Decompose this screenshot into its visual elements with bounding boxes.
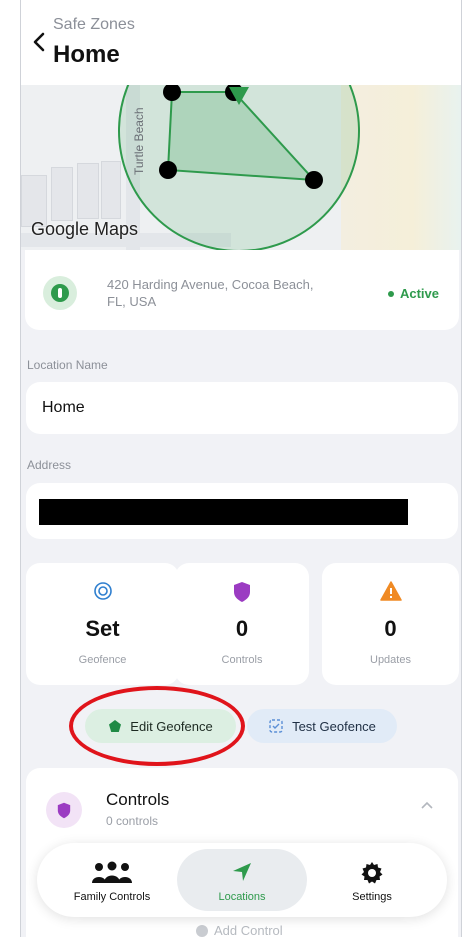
location-pin-badge: [43, 276, 77, 310]
status-badge: Active: [387, 286, 439, 301]
tab-label: Locations: [218, 891, 266, 903]
shield-icon: [57, 802, 71, 818]
address-text: 420 Harding Avenue, Cocoa Beach, FL, USA: [107, 277, 314, 309]
edit-geofence-button[interactable]: Edit Geofence: [85, 709, 236, 743]
bottom-tab-bar: Family Controls Locations Settings: [37, 843, 447, 917]
controls-title: Controls: [106, 790, 170, 809]
geofence-vertex[interactable]: [159, 161, 177, 179]
map-view[interactable]: Turtle Beach Google Maps: [21, 85, 461, 250]
page-title: Home: [53, 41, 120, 68]
app-screen: Safe Zones Home Turtle Beach Google Maps…: [20, 0, 462, 937]
stat-value: 0: [235, 616, 249, 641]
breadcrumb[interactable]: Safe Zones: [53, 16, 135, 34]
add-control-button[interactable]: Add Control: [196, 923, 283, 937]
stat-label: Updates: [370, 654, 411, 666]
address-field[interactable]: [26, 483, 458, 539]
controls-count: 0 controls: [106, 814, 159, 828]
edit-geofence-label: Edit Geofence: [130, 718, 213, 734]
location-name-field[interactable]: Home: [26, 382, 458, 434]
tab-settings[interactable]: Settings: [307, 849, 437, 911]
warning-icon: [379, 581, 402, 601]
tab-locations[interactable]: Locations: [177, 849, 307, 911]
address-card: 420 Harding Avenue, Cocoa Beach, FL, USA…: [25, 250, 459, 330]
status-label: Active: [399, 286, 439, 301]
geofence-vertex[interactable]: [305, 171, 323, 189]
test-geofence-label: Test Geofence: [292, 718, 376, 734]
address-label: Address: [27, 458, 72, 472]
chevron-up-icon[interactable]: [420, 800, 434, 810]
geofence-target-icon: [93, 582, 112, 600]
chevron-left-icon: [33, 32, 45, 52]
status-dot-icon: [387, 290, 394, 297]
back-button[interactable]: [27, 30, 51, 54]
map-pin-icon: [51, 284, 69, 302]
stat-value: 0: [384, 616, 397, 641]
location-arrow-icon: [233, 863, 251, 881]
stat-label: Geofence: [78, 654, 127, 666]
family-icon: [92, 861, 132, 883]
redacted-address: [39, 499, 408, 525]
tab-family-controls[interactable]: Family Controls: [47, 849, 177, 911]
pentagon-icon: [109, 720, 122, 732]
tab-label: Family Controls: [73, 891, 151, 903]
tab-label: Settings: [352, 891, 392, 903]
stat-updates: 0 Updates: [322, 563, 459, 685]
stat-label: Controls: [221, 654, 263, 666]
add-icon: [196, 924, 208, 937]
controls-icon-badge: [46, 792, 82, 828]
google-maps-logo: Google Maps: [31, 219, 139, 239]
stat-geofence: Set Geofence: [26, 563, 179, 685]
location-name-value: Home: [42, 399, 85, 416]
stat-value: Set: [85, 616, 120, 641]
test-geofence-icon: [269, 719, 283, 733]
test-geofence-button[interactable]: Test Geofence: [247, 709, 397, 743]
map-road-label: Turtle Beach: [132, 107, 146, 175]
gear-icon: [361, 862, 383, 884]
stat-controls: 0 Controls: [175, 563, 309, 685]
header: Safe Zones Home: [21, 0, 461, 85]
location-name-label: Location Name: [27, 358, 108, 372]
add-control-label: Add Control: [214, 923, 283, 937]
shield-icon: [234, 582, 250, 602]
